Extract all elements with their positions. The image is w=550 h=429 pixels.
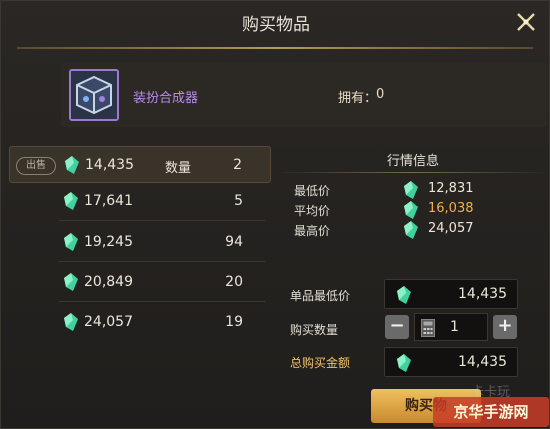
dialog-title: 购买物品 (242, 15, 310, 35)
min-price-value: 12,831 (428, 181, 474, 196)
close-button[interactable] (511, 7, 541, 37)
item-cube-icon (69, 69, 119, 121)
market-info-panel: 行情信息 最低价 12,831 平均价 16,038 最高价 24,057 (282, 146, 544, 248)
market-divider (282, 172, 544, 173)
row-price: 24,057 (84, 314, 133, 330)
close-icon (517, 13, 535, 31)
list-item[interactable]: 24,057 19 (9, 304, 271, 341)
row-price: 14,435 (85, 157, 134, 173)
gem-currency-icon (397, 286, 411, 304)
gem-currency-icon (404, 181, 418, 199)
unit-min-price-label: 单品最低价 (290, 289, 351, 303)
market-title: 行情信息 (386, 154, 439, 169)
qty-increase-button[interactable]: + (493, 315, 517, 339)
title-divider (17, 47, 533, 49)
row-price: 17,641 (84, 193, 133, 209)
row-qty: 2 (233, 157, 242, 173)
unit-min-price-value: 14,435 (458, 286, 507, 302)
total-amount-field: 14,435 (384, 347, 518, 377)
title-bar: 购买物品 (1, 1, 550, 47)
gem-currency-icon (65, 156, 79, 174)
list-item[interactable]: 19,245 94 (9, 224, 271, 262)
row-divider (59, 261, 265, 262)
qty-value: 1 (450, 319, 459, 335)
gem-currency-icon (64, 273, 78, 291)
row-divider (59, 220, 265, 221)
max-price-label: 最高价 (294, 224, 331, 238)
owned-label: 拥有： (338, 91, 378, 106)
gem-currency-icon (64, 192, 78, 210)
max-price-value: 24,057 (428, 221, 474, 236)
list-item[interactable]: 17,641 5 (9, 183, 271, 221)
total-amount-value: 14,435 (458, 354, 507, 370)
row-qty: 5 (234, 193, 243, 209)
purchase-qty-label: 购买数量 (290, 323, 339, 337)
sell-badge: 出售 (16, 157, 56, 175)
row-price: 19,245 (84, 234, 133, 250)
gem-currency-icon (404, 221, 418, 239)
row-qty: 20 (225, 274, 243, 290)
owned-value: 0 (376, 87, 385, 102)
row-qty-label: 数量 (165, 161, 192, 176)
row-divider (59, 301, 265, 302)
total-amount-label: 总购买金额 (290, 356, 351, 370)
item-name: 装扮合成器 (133, 91, 199, 106)
gem-currency-icon (397, 354, 411, 372)
calculator-icon[interactable] (421, 319, 435, 337)
gem-currency-icon (64, 313, 78, 331)
avg-price-value: 16,038 (428, 201, 474, 216)
row-qty: 19 (225, 314, 243, 330)
gem-currency-icon (64, 233, 78, 251)
watermark-logo: 京华手游网 (433, 397, 549, 427)
list-item[interactable]: 出售 14,435 数量 2 (9, 146, 271, 183)
row-price: 20,849 (84, 274, 133, 290)
qty-decrease-button[interactable]: − (385, 315, 409, 339)
list-item[interactable]: 20,849 20 (9, 264, 271, 302)
avg-price-label: 平均价 (294, 204, 331, 218)
quantity-stepper[interactable]: 1 (414, 313, 488, 341)
gem-currency-icon (404, 201, 418, 219)
buy-item-dialog: 购买物品 装扮合成器 拥有： 0 出售 14,435 数量 2 17,641 5… (0, 0, 550, 429)
unit-min-price-field: 14,435 (384, 279, 518, 309)
row-qty: 94 (225, 234, 243, 250)
min-price-label: 最低价 (294, 184, 331, 198)
